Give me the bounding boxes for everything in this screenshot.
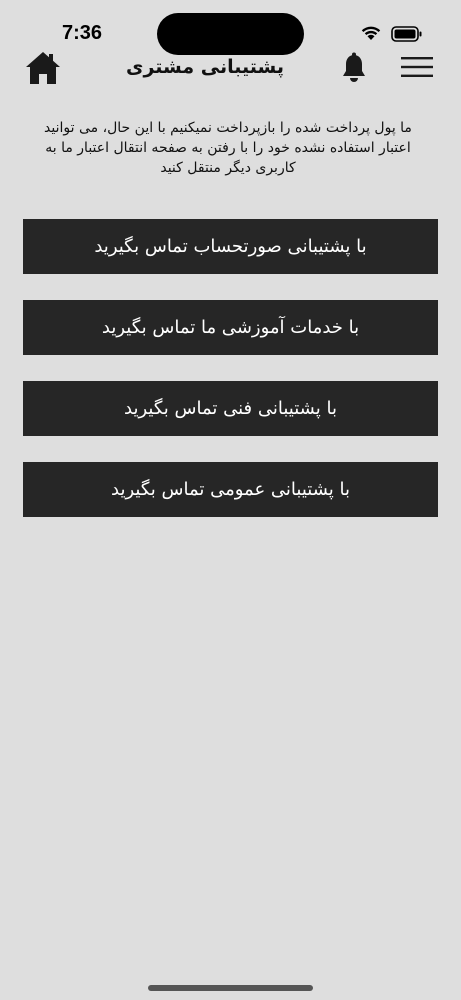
- wifi-icon: [361, 26, 381, 40]
- education-services-button[interactable]: با خدمات آموزشی ما تماس بگیرید: [23, 300, 438, 355]
- bell-icon[interactable]: [341, 52, 367, 84]
- support-screen: 7:36 پشتیبانی مشتری ما پول پرداخت شده را…: [0, 0, 461, 1000]
- support-options: با پشتیبانی صورتحساب تماس بگیرید با خدما…: [23, 219, 438, 543]
- refund-policy-text: ما پول پرداخت شده را بازپرداخت نمیکنیم ب…: [44, 120, 412, 176]
- general-support-button[interactable]: با پشتیبانی عمومی تماس بگیرید: [23, 462, 438, 517]
- app-header: پشتیبانی مشتری: [0, 46, 461, 96]
- billing-support-button[interactable]: با پشتیبانی صورتحساب تماس بگیرید: [23, 219, 438, 274]
- page-title: پشتیبانی مشتری: [126, 56, 284, 78]
- home-indicator[interactable]: [148, 985, 313, 991]
- status-bar: 7:36: [0, 0, 461, 55]
- menu-icon[interactable]: [401, 56, 433, 78]
- technical-support-button[interactable]: با پشتیبانی فنی تماس بگیرید: [23, 381, 438, 436]
- status-time: 7:36: [62, 22, 103, 44]
- battery-icon: [391, 26, 422, 42]
- home-icon[interactable]: [24, 50, 62, 86]
